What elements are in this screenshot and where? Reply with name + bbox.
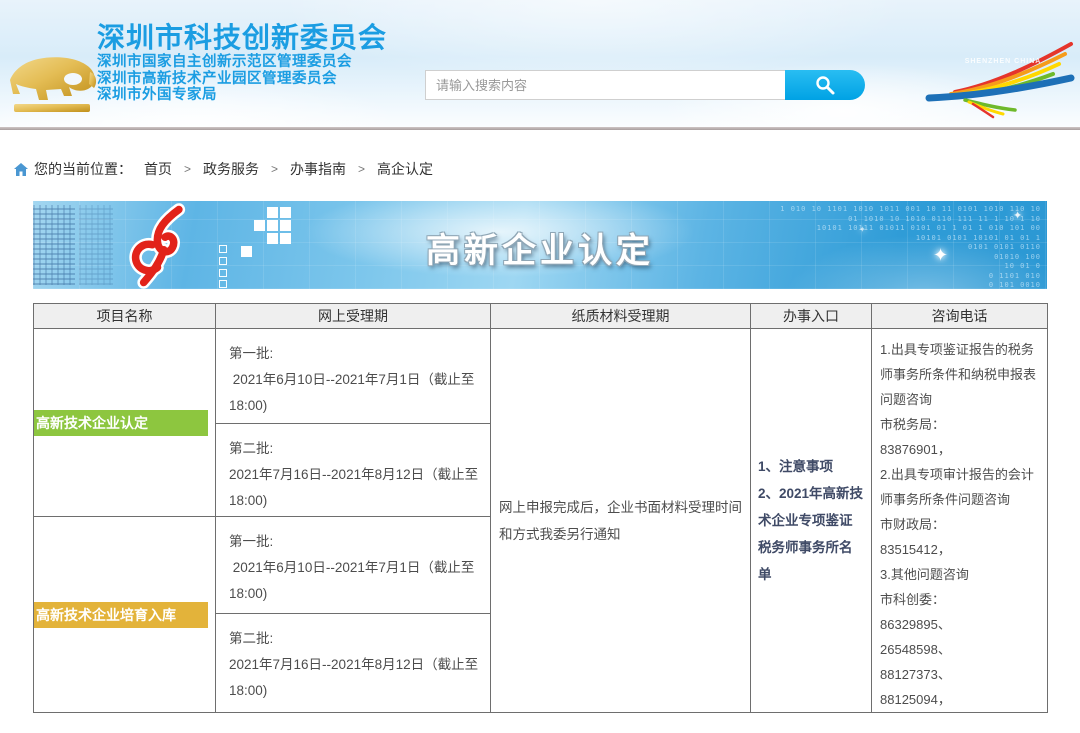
batch-period: 2021年7月16日--2021年8月12日（截止至18:00) — [229, 467, 479, 508]
wing-icon — [925, 42, 1075, 119]
header-divider — [0, 127, 1080, 130]
search-bar — [425, 70, 865, 100]
page-banner: 1 010 10 1101 1010 1011 001 10 11 0101 1… — [33, 201, 1047, 289]
batch-cell: 第一批: 2021年6月10日--2021年7月1日（截止至18:00) — [215, 328, 491, 424]
consult-phone: 88125094， — [880, 692, 951, 707]
consult-line: 市科创委： — [880, 592, 946, 607]
breadcrumb-separator: > — [358, 162, 366, 176]
project-cell-recognition: 高新技术企业认定 — [33, 328, 216, 517]
city-logo-caption: SHENZHEN CHINA — [964, 58, 1042, 65]
col-header-phone: 咨询电话 — [871, 303, 1048, 329]
home-icon — [14, 162, 28, 176]
entry-link-notes[interactable]: 1、注意事项 — [758, 453, 864, 480]
consult-line: 2.出具专项审计报告的会计师事务所条件问题咨询 — [880, 467, 1034, 507]
paper-note: 网上申报完成后，企业书面材料受理时间和方式我委另行通知 — [499, 499, 742, 542]
search-icon — [816, 76, 835, 95]
page-title: 高新企业认定 — [426, 232, 654, 270]
project-cell-cultivation: 高新技术企业培育入库 — [33, 516, 216, 713]
project-badge-recognition: 高新技术企业认定 — [34, 409, 208, 436]
col-header-online-period: 网上受理期 — [215, 303, 491, 329]
batch-cell: 第二批: 2021年7月16日--2021年8月12日（截止至18:00) — [215, 613, 491, 713]
batch-label: 第二批: — [229, 441, 274, 456]
batch-label: 第一批: — [229, 534, 274, 549]
pixel-square — [280, 207, 291, 218]
batch-cell: 第二批: 2021年7月16日--2021年8月12日（截止至18:00) — [215, 423, 491, 517]
table-row: 高新技术企业认定 第一批: 2021年6月10日--2021年7月1日（截止至1… — [33, 328, 1048, 713]
org-subtitle-2: 深圳市高新技术产业园区管理委员会 — [97, 70, 337, 87]
breadcrumb-link-current[interactable]: 高企认定 — [377, 159, 433, 179]
site-header: 深圳市科技创新委员会 深圳市国家自主创新示范区管理委员会 深圳市高新技术产业园区… — [0, 0, 1080, 127]
org-subtitle-3: 深圳市外国专家局 — [97, 87, 217, 103]
breadcrumb-label: 您的当前位置： — [34, 161, 132, 177]
breadcrumb-separator: > — [184, 162, 192, 176]
org-title: 深圳市科技创新委员会 — [97, 22, 388, 53]
org-subtitle-1: 深圳市国家自主创新示范区管理委员会 — [97, 54, 352, 70]
batch-period: 2021年6月10日--2021年7月1日（截止至18:00) — [229, 560, 475, 601]
batch-label: 第二批: — [229, 631, 274, 646]
consult-cell: 1.出具专项鉴证报告的税务师事务所条件和纳税申报表问题咨询 市税务局： 8387… — [871, 328, 1048, 713]
entry-link-agency-list[interactable]: 2、2021年高新技术企业专项鉴证税务师事务所名单 — [758, 480, 864, 588]
consult-line: 市财政局： — [880, 517, 946, 532]
consult-line: 1.出具专项鉴证报告的税务师事务所条件和纳税申报表问题咨询 — [880, 342, 1037, 407]
table-header-row: 项目名称 网上受理期 纸质材料受理期 办事入口 咨询电话 — [33, 303, 1048, 329]
consult-phone: 83515412， — [880, 542, 951, 557]
consult-phone: 86329895、 — [880, 617, 951, 632]
city-wing-logo: SHENZHEN CHINA — [925, 40, 1075, 120]
batch-cell: 第一批: 2021年6月10日--2021年7月1日（截止至18:00) — [215, 516, 491, 614]
consult-line: 3.其他问题咨询 — [880, 567, 969, 582]
pixel-square — [267, 207, 278, 218]
batch-period: 2021年6月10日--2021年7月1日（截止至18:00) — [229, 372, 475, 413]
consult-phone: 83876901， — [880, 442, 951, 457]
col-header-entry: 办事入口 — [750, 303, 872, 329]
bull-logo-icon — [10, 57, 97, 112]
sparkle-icon: ✦ — [1013, 210, 1023, 222]
paper-note-cell: 网上申报完成后，企业书面材料受理时间和方式我委另行通知 — [490, 328, 751, 713]
consult-phone: 26548598、 — [880, 642, 951, 657]
batch-label: 第一批: — [229, 346, 274, 361]
consult-phone: 88127373、 — [880, 667, 951, 682]
breadcrumb-separator: > — [271, 162, 279, 176]
search-input[interactable] — [425, 70, 785, 100]
breadcrumb: 您的当前位置： 首页 > 政务服务 > 办事指南 > 高企认定 — [14, 160, 445, 178]
col-header-paper-period: 纸质材料受理期 — [490, 303, 751, 329]
col-header-project: 项目名称 — [33, 303, 216, 329]
pixel-square-outline — [219, 280, 227, 288]
consult-line: 市税务局： — [880, 417, 946, 432]
project-badge-cultivation: 高新技术企业培育入库 — [34, 601, 208, 628]
breadcrumb-link-guide[interactable]: 办事指南 — [290, 159, 346, 179]
breadcrumb-link-home[interactable]: 首页 — [144, 159, 172, 179]
guide-table: 项目名称 网上受理期 纸质材料受理期 办事入口 咨询电话 高新技术企业认定 第一… — [33, 303, 1048, 713]
search-button[interactable] — [785, 70, 865, 100]
org-block: 深圳市科技创新委员会 深圳市国家自主创新示范区管理委员会 深圳市高新技术产业园区… — [97, 22, 387, 104]
entry-cell: 1、注意事项 2、2021年高新技术企业专项鉴证税务师事务所名单 — [750, 328, 872, 713]
batch-period: 2021年7月16日--2021年8月12日（截止至18:00) — [229, 657, 479, 698]
breadcrumb-link-services[interactable]: 政务服务 — [203, 159, 259, 179]
